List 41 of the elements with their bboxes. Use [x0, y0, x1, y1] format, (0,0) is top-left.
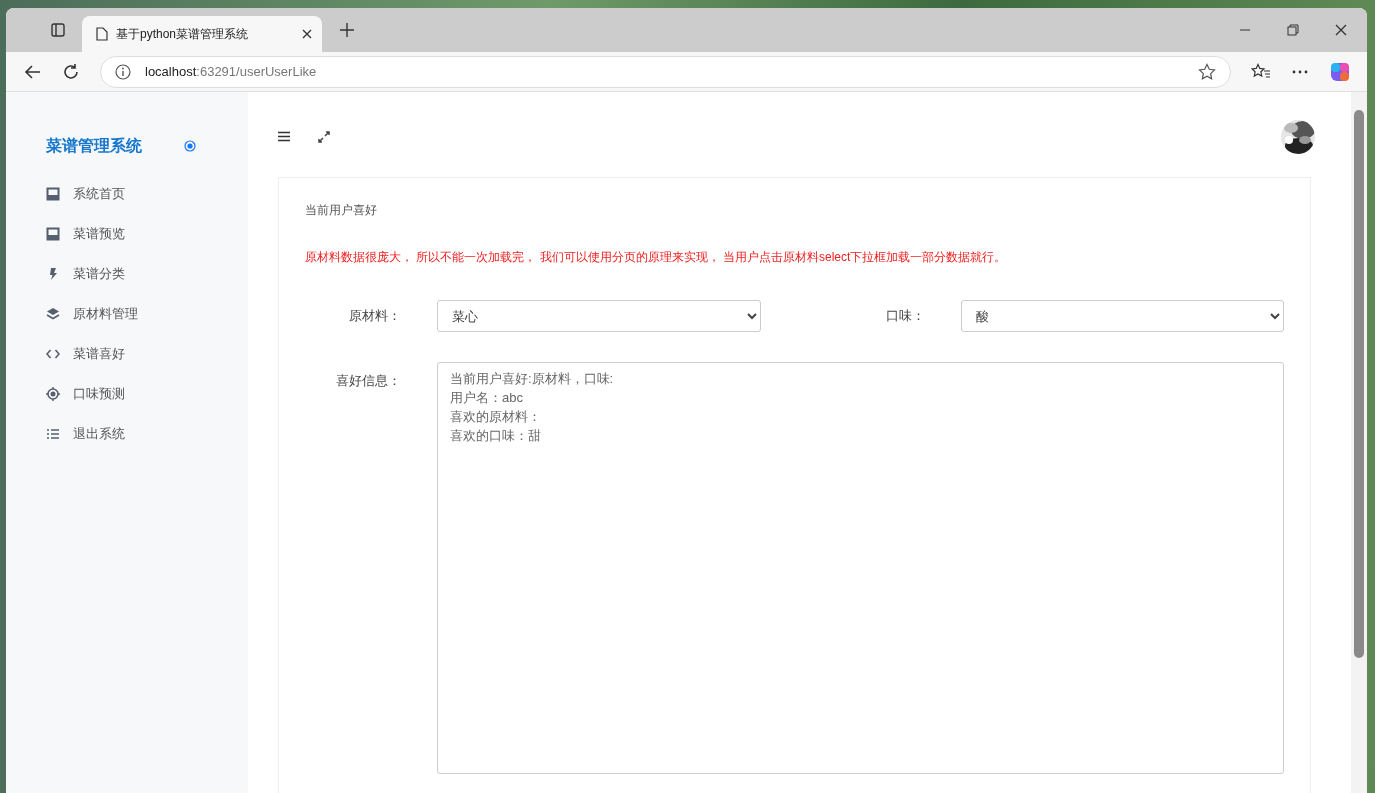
more-icon[interactable] [1291, 68, 1309, 75]
sidebar-item[interactable]: 口味预测 [46, 374, 248, 414]
list-icon [46, 427, 60, 441]
page-icon [96, 27, 108, 41]
target-icon [46, 387, 60, 401]
close-tab-icon[interactable] [302, 29, 312, 39]
assistant-icon[interactable] [1329, 60, 1351, 83]
radio-dot-icon[interactable] [184, 140, 196, 152]
sidebar-item[interactable]: 原材料管理 [46, 294, 248, 334]
menu-icon[interactable] [278, 131, 290, 142]
restore-icon[interactable] [1287, 24, 1299, 36]
sidebar-item[interactable]: 菜谱喜好 [46, 334, 248, 374]
inbox-icon [46, 187, 60, 201]
notice-text: 原材料数据很庞大， 所以不能一次加载完， 我们可以使用分页的原理来实现， 当用户点击原材料select下拉框加载一部分数据就行。 [305, 249, 1008, 266]
preference-textarea[interactable]: 当前用户喜好:原材料，口味: 用户名：abc 喜欢的原材料： 喜欢的口味：甜 [437, 362, 1284, 774]
sidebar-item[interactable]: 退出系统 [46, 414, 248, 454]
browser-tab[interactable]: 基于python菜谱管理系统 [82, 16, 322, 52]
expand-icon[interactable] [318, 130, 330, 143]
favorites-icon[interactable] [1251, 62, 1271, 81]
address-bar[interactable]: localhost:63291/userUserLike [100, 55, 1231, 88]
star-icon[interactable] [1198, 62, 1216, 81]
back-icon[interactable] [24, 62, 42, 81]
field-label: 喜好信息： [335, 372, 402, 390]
sidebar-item[interactable]: 菜谱预览 [46, 214, 248, 254]
layers-icon [46, 307, 60, 321]
taste-select[interactable]: 酸 [960, 300, 1284, 332]
info-icon [115, 63, 131, 80]
field-label: 原材料： [348, 307, 402, 325]
inbox-icon [46, 227, 60, 241]
field-label: 口味： [884, 307, 926, 325]
scrollbar[interactable] [1351, 92, 1367, 793]
material-select[interactable]: 菜心 [437, 300, 761, 332]
section-title: 当前用户喜好 [305, 202, 378, 219]
new-tab-icon[interactable] [340, 23, 354, 37]
tab-list-icon[interactable] [50, 22, 66, 38]
sidebar-item[interactable]: 菜谱分类 [46, 254, 248, 294]
close-icon[interactable] [1335, 24, 1347, 36]
reload-icon[interactable] [62, 62, 80, 81]
app-title: 菜谱管理系统 [46, 135, 142, 156]
code-icon [46, 347, 60, 361]
sidebar-item[interactable]: 系统首页 [46, 174, 248, 214]
